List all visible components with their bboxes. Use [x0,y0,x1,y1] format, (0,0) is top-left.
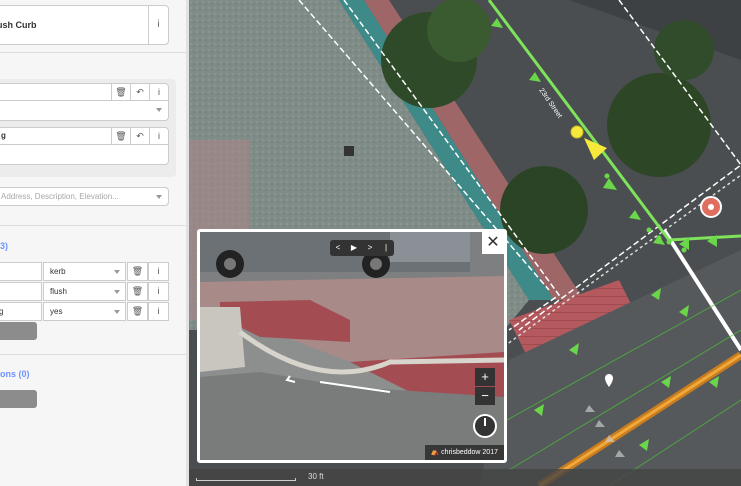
scale-bar-line [196,478,296,481]
scale-bar: 30 ft [196,469,334,483]
section-divider [0,354,186,355]
trash-icon[interactable]: 🗑 [111,128,130,144]
tree [500,166,588,254]
info-icon[interactable]: i [148,302,169,321]
trash-icon[interactable]: 🗑 [127,282,148,301]
tree [654,20,714,80]
tag-row: kerb 🗑 i [0,262,169,281]
relations-section-title[interactable]: ons (0) [0,369,30,379]
info-icon[interactable]: i [149,84,168,100]
photo-attribution[interactable]: ⛺ chrisbeddow 2017 [424,445,504,460]
scale-label: 30 ft [308,472,324,481]
sequence-controls: < ▶ > | [330,240,394,256]
selected-node[interactable] [570,125,584,139]
add-relation-button[interactable] [0,390,37,408]
tree [607,73,711,177]
attribution-text: chrisbeddow 2017 [441,449,498,456]
add-tag-button[interactable] [0,322,37,340]
trash-icon[interactable]: 🗑 [111,84,130,100]
more-fields-input[interactable]: Address, Description, Elevation... [0,187,169,206]
close-button[interactable]: ✕ [482,232,504,254]
info-icon[interactable]: i [149,128,168,144]
zoom-in-button[interactable]: + [475,368,495,386]
roof-vent [344,146,354,156]
tags-section-title[interactable]: 3) [0,241,8,251]
trash-icon[interactable]: 🗑 [127,262,148,281]
tree [427,0,491,62]
tag-row: flush 🗑 i [0,282,169,301]
fields-block: 🗑 ↶ i g 🗑 ↶ i [0,79,176,177]
compass-icon[interactable] [473,414,497,438]
play-button[interactable]: ▶ [346,240,362,256]
tag-key: g [0,307,4,316]
curb [200,307,245,372]
info-icon[interactable]: i [148,6,168,44]
field-label: g [1,131,6,140]
field-header: 🗑 ↶ i [0,83,169,101]
section-divider [0,225,186,226]
undo-icon[interactable]: ↶ [130,84,149,100]
field-1: 🗑 ↶ i [0,83,169,121]
tag-value-input[interactable]: flush [43,282,126,301]
chevron-down-icon[interactable] [114,290,120,294]
trash-icon[interactable]: 🗑 [127,302,148,321]
chevron-down-icon[interactable] [114,270,120,274]
stop-button[interactable]: | [378,240,394,256]
info-icon[interactable]: i [148,262,169,281]
chevron-down-icon[interactable] [114,310,120,314]
tag-value: kerb [50,267,66,276]
tag-value: yes [50,307,63,316]
more-fields-placeholder: Address, Description, Elevation... [1,192,119,201]
chevron-down-icon[interactable] [156,195,162,199]
tag-value-input[interactable]: yes [43,302,126,321]
field-2: g 🗑 ↶ i [0,127,169,165]
zoom-out-button[interactable]: − [475,387,495,405]
map-pin-dot [708,204,714,210]
sidebar: ush Curb i 🗑 ↶ i g 🗑 ↶ i Address, Descri… [0,0,186,486]
undo-icon[interactable]: ↶ [130,128,149,144]
camera-icon: ⛺ [430,449,442,456]
street-photo[interactable]: < ▶ > | + − ⛺ chrisbeddow 2017 [200,232,504,460]
section-divider [0,52,186,53]
previous-button[interactable]: < [330,240,346,256]
tag-value: flush [50,287,67,296]
tag-key-input[interactable]: g [0,302,42,321]
tag-key-input[interactable] [0,262,42,281]
street-photo-image [200,232,504,460]
tag-value-input[interactable]: kerb [43,262,126,281]
chevron-down-icon[interactable] [156,108,162,112]
tag-key-input[interactable] [0,282,42,301]
tag-row: g yes 🗑 i [0,302,169,321]
preset-name: ush Curb [0,20,37,30]
info-icon[interactable]: i [148,282,169,301]
field-input[interactable] [0,101,169,121]
field-input[interactable] [0,145,169,165]
preset-card[interactable]: ush Curb i [0,5,169,45]
field-header: g 🗑 ↶ i [0,127,169,145]
photo-viewer[interactable]: < ▶ > | + − ⛺ chrisbeddow 2017 ✕ [197,229,507,463]
next-button[interactable]: > [362,240,378,256]
